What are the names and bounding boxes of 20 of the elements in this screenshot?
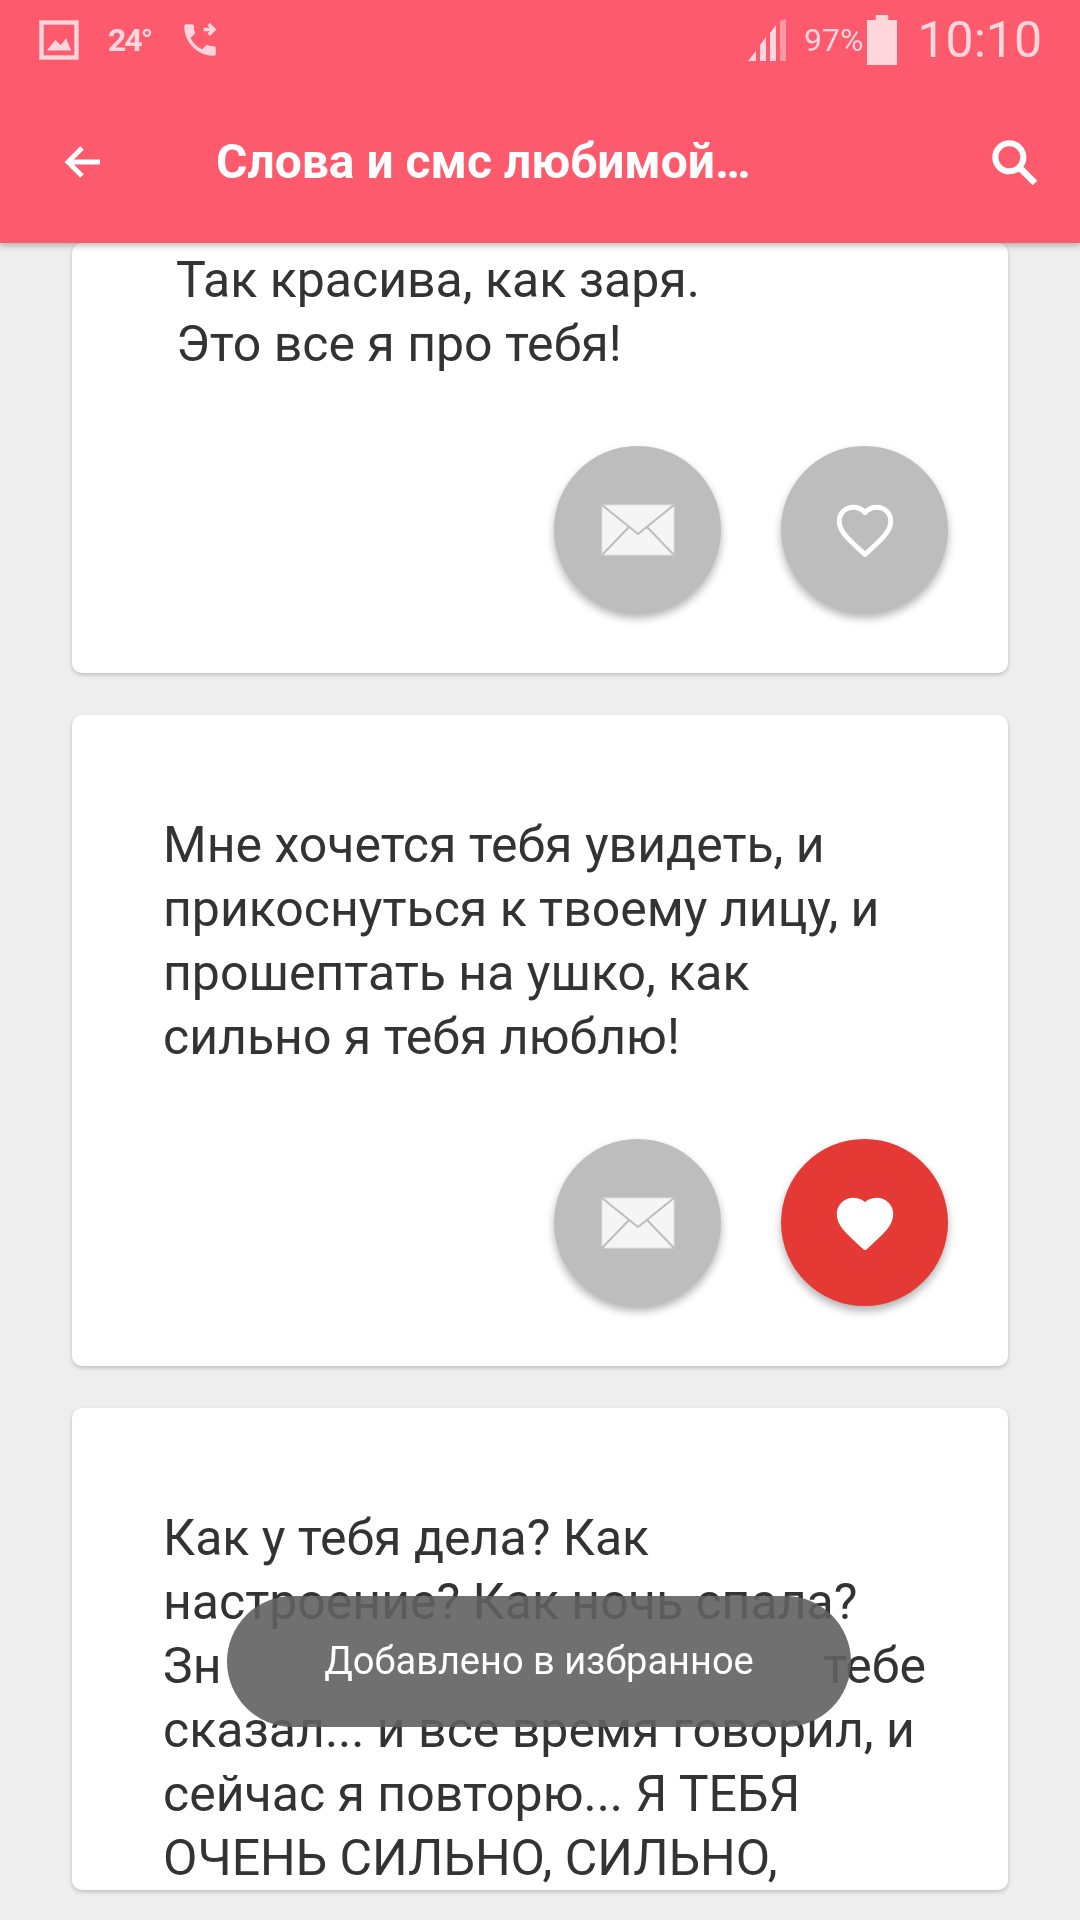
heart-icon: [834, 1195, 895, 1250]
message-text: Зн: [163, 1636, 222, 1697]
message-text: прошептать на ушко, как: [163, 943, 750, 1004]
app-title: Слова и смс любимой…: [216, 131, 751, 192]
message-text: прикоснуться к твоему лицу, и: [163, 879, 880, 940]
envelope-icon: [600, 1196, 675, 1249]
message-text: ОЧЕНЬ СИЛЬНО, СИЛЬНО,: [163, 1828, 778, 1889]
message-text: Мне хочется тебя увидеть, и: [163, 815, 825, 876]
battery-icon: [867, 15, 898, 65]
envelope-icon: [600, 503, 675, 556]
battery-percent: 97%: [804, 20, 864, 61]
message-text: Как у тебя дела? Как: [163, 1508, 650, 1569]
message-text: Это все я про тебя!: [176, 314, 622, 375]
heart-icon: [834, 502, 895, 557]
clock-text: 10:10: [917, 9, 1042, 71]
temperature-text: 24°: [108, 20, 152, 61]
image-icon: [38, 19, 80, 61]
message-text: сейчас я повторю... Я ТЕБЯ: [163, 1764, 801, 1825]
message-text: Так красива, как заря.: [176, 250, 700, 311]
message-text: сильно я тебя люблю!: [163, 1007, 680, 1068]
